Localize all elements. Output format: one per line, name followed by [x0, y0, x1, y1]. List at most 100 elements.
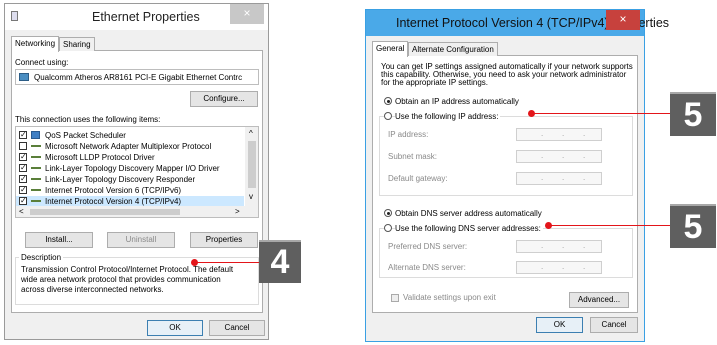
close-button[interactable]: ×: [230, 4, 264, 24]
intro-line-3: for the appropriate IP settings.: [381, 78, 489, 87]
list-item[interactable]: ✓ QoS Packet Scheduler: [16, 130, 244, 141]
network-adapter-icon: [11, 11, 18, 21]
tab-networking[interactable]: Networking: [11, 36, 60, 52]
items-list: ✓ QoS Packet Scheduler Microsoft Network A…: [15, 126, 259, 218]
validate-checkbox[interactable]: [391, 294, 399, 302]
subnet-mask-field[interactable]: ...: [516, 150, 602, 163]
default-gateway-label: Default gateway:: [388, 174, 448, 183]
use-following-dns-radio[interactable]: [384, 224, 392, 232]
callout-badge-5b: 5: [670, 204, 716, 248]
description-label: Description: [19, 253, 64, 262]
item-checkbox[interactable]: ✓: [19, 131, 27, 139]
callout-dot-4: [191, 259, 198, 266]
configure-button[interactable]: Configure...: [190, 91, 258, 107]
callout-line-4: [195, 262, 259, 263]
description-line-2: wide area network protocol that provides…: [21, 275, 221, 284]
item-checkbox[interactable]: ✓: [19, 164, 27, 172]
callout-line-5b: [549, 225, 670, 226]
scroll-right-icon[interactable]: >: [235, 207, 240, 216]
item-label: Microsoft Network Adapter Multiplexor Pr…: [45, 142, 212, 151]
subnet-mask-label: Subnet mask:: [388, 152, 437, 161]
item-checkbox[interactable]: ✓: [19, 197, 27, 205]
ip-address-label: IP address:: [388, 130, 429, 139]
list-item[interactable]: Microsoft Network Adapter Multiplexor Pr…: [16, 141, 244, 152]
callout-dot-5a: [528, 110, 535, 117]
item-label: Link-Layer Topology Discovery Responder: [45, 175, 196, 184]
item-label: Microsoft LLDP Protocol Driver: [45, 153, 155, 162]
protocol-icon: [31, 200, 41, 202]
validate-label[interactable]: Validate settings upon exit: [403, 293, 496, 302]
tab-sharing[interactable]: Sharing: [59, 37, 95, 51]
callout-badge-5a: 5: [670, 92, 716, 136]
general-tab-panel: You can get IP settings assigned automat…: [372, 56, 638, 313]
tab-alternate-configuration[interactable]: Alternate Configuration: [408, 42, 498, 56]
protocol-icon: [31, 145, 41, 147]
protocol-icon: [31, 156, 41, 158]
networking-tab-panel: Connect using: Qualcomm Atheros AR8161 P…: [11, 51, 263, 313]
protocol-icon: [31, 178, 41, 180]
tab-general[interactable]: General: [372, 41, 409, 57]
adapter-name: Qualcomm Atheros AR8161 PCI-E Gigabit Et…: [34, 73, 243, 82]
use-following-ip-radio[interactable]: [384, 112, 392, 120]
use-following-ip-label[interactable]: Use the following IP address:: [395, 112, 501, 121]
ok-button[interactable]: OK: [536, 317, 583, 333]
protocol-icon: [31, 167, 41, 169]
alternate-dns-label: Alternate DNS server:: [388, 263, 466, 272]
horizontal-scrollbar[interactable]: < >: [16, 206, 258, 217]
list-item[interactable]: ✓ Microsoft LLDP Protocol Driver: [16, 152, 244, 163]
preferred-dns-field[interactable]: ...: [516, 240, 602, 253]
horizontal-scrollbar-thumb[interactable]: [30, 209, 180, 215]
scroll-left-icon[interactable]: <: [19, 207, 24, 216]
item-checkbox[interactable]: [19, 142, 27, 150]
title-bar: Ethernet Properties ×: [5, 4, 268, 30]
items-label: This connection uses the following items…: [15, 115, 161, 124]
callout-dot-5b: [545, 222, 552, 229]
close-button[interactable]: ×: [606, 10, 640, 30]
protocol-icon: [31, 189, 41, 191]
scrollbar-thumb[interactable]: [248, 141, 256, 188]
advanced-button[interactable]: Advanced...: [569, 292, 629, 308]
install-button[interactable]: Install...: [25, 232, 93, 248]
obtain-dns-auto-radio[interactable]: [384, 209, 392, 217]
preferred-dns-label: Preferred DNS server:: [388, 242, 468, 251]
item-label: QoS Packet Scheduler: [45, 131, 126, 140]
uninstall-button[interactable]: Uninstall: [107, 232, 175, 248]
scroll-down-icon[interactable]: v: [249, 192, 253, 201]
connect-using-label: Connect using:: [15, 58, 69, 67]
item-checkbox[interactable]: ✓: [19, 153, 27, 161]
list-item[interactable]: ✓ Internet Protocol Version 6 (TCP/IPv6): [16, 185, 244, 196]
default-gateway-field[interactable]: ...: [516, 172, 602, 185]
alternate-dns-field[interactable]: ...: [516, 261, 602, 274]
callout-line-5a: [532, 113, 670, 114]
properties-button[interactable]: Properties: [190, 232, 258, 248]
close-icon: ×: [619, 12, 627, 26]
list-item[interactable]: ✓ Link-Layer Topology Discovery Mapper I/…: [16, 163, 244, 174]
callout-badge-4: 4: [259, 240, 301, 283]
item-checkbox[interactable]: ✓: [19, 186, 27, 194]
item-label: Internet Protocol Version 4 (TCP/IPv4): [45, 197, 182, 206]
title-bar: Internet Protocol Version 4 (TCP/IPv4) P…: [366, 10, 669, 36]
ip-address-field[interactable]: ...: [516, 128, 602, 141]
item-label: Internet Protocol Version 6 (TCP/IPv6): [45, 186, 182, 195]
item-checkbox[interactable]: ✓: [19, 175, 27, 183]
scroll-up-icon[interactable]: ^: [249, 129, 253, 138]
description-line-3: across diverse interconnected networks.: [21, 285, 164, 294]
obtain-ip-auto-label[interactable]: Obtain an IP address automatically: [395, 97, 519, 106]
ipv4-properties-window: Internet Protocol Version 4 (TCP/IPv4) P…: [365, 9, 669, 342]
obtain-ip-auto-radio[interactable]: [384, 97, 392, 105]
vertical-scrollbar[interactable]: ^ v: [245, 127, 258, 206]
cancel-button[interactable]: Cancel: [209, 320, 265, 336]
qos-icon: [31, 131, 40, 139]
use-following-dns-label[interactable]: Use the following DNS server addresses:: [395, 224, 543, 233]
window-title: Ethernet Properties: [92, 10, 200, 24]
ok-button[interactable]: OK: [147, 320, 203, 336]
network-adapter-icon: [19, 73, 29, 81]
cancel-button[interactable]: Cancel: [590, 317, 638, 333]
list-item[interactable]: ✓ Link-Layer Topology Discovery Responder: [16, 174, 244, 185]
description-line-1: Transmission Control Protocol/Internet P…: [21, 265, 234, 274]
close-icon: ×: [243, 6, 251, 20]
adapter-field: Qualcomm Atheros AR8161 PCI-E Gigabit Et…: [15, 69, 259, 85]
ethernet-properties-window: Ethernet Properties × Networking Sharing…: [4, 3, 269, 340]
item-label: Link-Layer Topology Discovery Mapper I/O…: [45, 164, 220, 173]
obtain-dns-auto-label[interactable]: Obtain DNS server address automatically: [395, 209, 542, 218]
